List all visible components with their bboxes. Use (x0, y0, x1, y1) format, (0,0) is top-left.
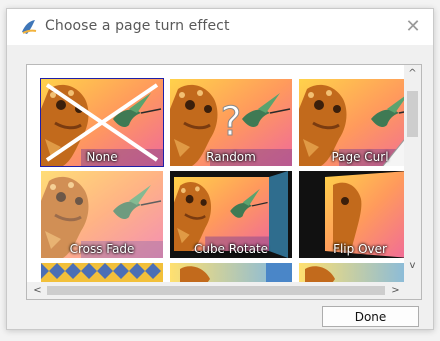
scroll-up-icon[interactable]: ^ (404, 65, 421, 82)
effect-label: Page Curl (331, 150, 389, 164)
horizontal-scroll-thumb[interactable] (47, 286, 385, 295)
effect-label: Flip Over (333, 242, 387, 256)
effect-label: None (86, 150, 118, 164)
effect-thumbnail (299, 263, 405, 283)
effect-label: Cube Rotate (193, 242, 269, 256)
effect-checkerboard[interactable] (41, 263, 163, 283)
vertical-scroll-thumb[interactable] (407, 91, 418, 137)
dialog-title: Choose a page turn effect (45, 18, 230, 34)
effect-label: Cross Fade (69, 242, 135, 256)
svg-text:?: ? (220, 99, 241, 145)
title-bar: Choose a page turn effect ✕ (7, 9, 433, 45)
scroll-left-icon[interactable]: < (29, 282, 46, 299)
effect-cube-rotate[interactable]: Cube Rotate (170, 171, 292, 258)
effect-thumbnail-row3-2[interactable] (170, 263, 292, 283)
effect-page-curl[interactable]: Page Curl (299, 79, 405, 166)
scroll-down-icon[interactable]: v (404, 257, 421, 274)
scroll-right-icon[interactable]: > (387, 282, 404, 299)
effect-none[interactable]: None (40, 78, 164, 167)
close-icon[interactable]: ✕ (401, 15, 425, 39)
effect-thumbnail (41, 263, 163, 283)
effect-flip-over[interactable]: Flip Over (299, 171, 405, 258)
effect-thumbnail-row3-3[interactable] (299, 263, 405, 283)
effect-random[interactable]: ? Random (170, 79, 292, 166)
page-turn-dialog: Choose a page turn effect ✕ None ? Rando… (6, 8, 434, 330)
effect-cross-fade[interactable]: Cross Fade (41, 171, 163, 258)
app-icon (22, 20, 37, 34)
effects-panel[interactable]: None ? Random Page Curl Cross Fade Cube … (26, 64, 422, 300)
effect-label: Random (206, 150, 256, 164)
vertical-scrollbar[interactable]: ^ v (404, 65, 421, 283)
effect-thumbnail (170, 263, 292, 283)
horizontal-scrollbar[interactable]: < > (27, 282, 405, 299)
scrollbar-corner (404, 282, 421, 299)
effects-grid: None ? Random Page Curl Cross Fade Cube … (27, 65, 405, 283)
done-button[interactable]: Done (322, 306, 419, 327)
